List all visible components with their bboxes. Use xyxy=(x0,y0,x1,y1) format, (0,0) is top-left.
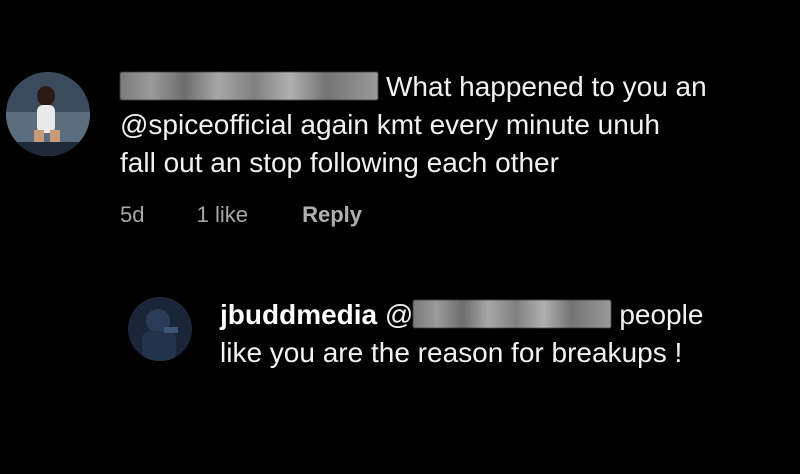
redacted-mention[interactable] xyxy=(413,299,612,328)
reply-username[interactable]: jbuddmedia xyxy=(220,299,377,330)
main-comment-line-3: fall out an stop following each other xyxy=(120,147,559,178)
main-comment-body: What happened to you an @spiceofficial a… xyxy=(120,68,707,182)
reply-comment-line-1: jbuddmedia @ people xyxy=(220,296,703,334)
redacted-username[interactable] xyxy=(120,71,378,100)
main-comment-line-2: @spiceofficial again kmt every minute un… xyxy=(120,109,660,140)
reply-comment-body: jbuddmedia @ people like you are the reas… xyxy=(220,296,703,372)
comment-timestamp: 5d xyxy=(120,202,145,227)
reply-avatar[interactable] xyxy=(128,297,192,361)
avatar[interactable] xyxy=(6,72,90,156)
profile-photo-icon xyxy=(6,72,90,156)
mention-prefix: @ xyxy=(384,299,414,330)
main-comment-line-1-text: What happened to you an xyxy=(386,71,707,102)
reply-comment-line-2: like you are the reason for breakups ! xyxy=(220,337,683,368)
main-comment-line-1: What happened to you an xyxy=(120,68,707,106)
profile-photo-icon xyxy=(128,297,192,361)
reply-line-1-suffix: people xyxy=(619,299,704,330)
like-count[interactable]: 1 like xyxy=(197,202,248,228)
reply-button[interactable]: Reply xyxy=(302,202,362,228)
comment-meta-row: 5d 1 like Reply xyxy=(120,202,362,228)
